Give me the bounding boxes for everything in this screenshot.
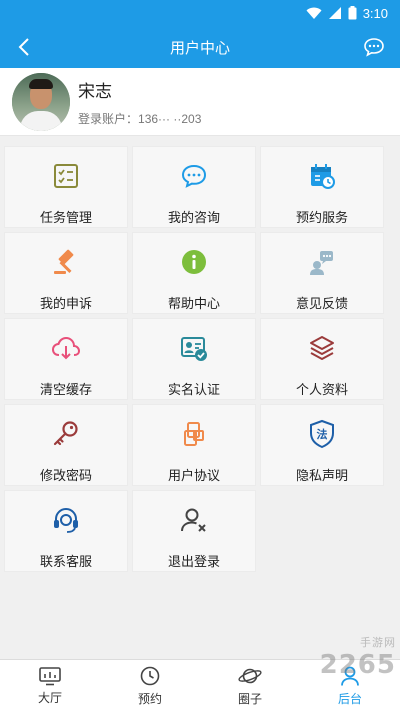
menu-label: 修改密码 [39, 468, 92, 483]
agreement-icon [184, 422, 204, 446]
menu-label: 退出登录 [167, 554, 220, 569]
user-name: 宋志 [78, 81, 112, 101]
app-bar: 用户中心 [0, 26, 400, 68]
menu-item-user-agreement[interactable]: 用户协议 [132, 404, 256, 486]
menu-label: 隐私声明 [295, 468, 348, 483]
status-time: 3:10 [362, 5, 388, 21]
calendar-clock-icon [311, 164, 335, 189]
menu-grid: 任务管理 我的咨询 预约服务 我的申诉 帮助中心 意见反馈 清空缓存 实名认证 … [4, 146, 384, 572]
menu-item-task-management[interactable]: 任务管理 [4, 146, 128, 228]
chat-bubble-icon [364, 38, 384, 57]
user-remove-icon [181, 508, 206, 532]
account-label: 登录账户： [78, 111, 139, 126]
menu-label: 清空缓存 [39, 382, 92, 397]
menu-item-personal-profile[interactable]: 个人资料 [260, 318, 384, 400]
tab-label: 大厅 [37, 690, 62, 705]
tab-label: 圈子 [237, 691, 262, 706]
back-button[interactable] [10, 33, 38, 61]
gavel-icon [54, 249, 74, 274]
key-icon [53, 421, 78, 446]
chevron-left-icon [18, 38, 29, 56]
consult-chat-icon [181, 164, 207, 188]
page-title: 用户中心 [169, 39, 230, 57]
menu-label: 个人资料 [295, 382, 348, 397]
menu-label: 预约服务 [295, 210, 348, 225]
message-button[interactable] [360, 33, 388, 61]
menu-label: 联系客服 [39, 554, 92, 569]
id-card-verified-icon [181, 337, 207, 361]
clock-icon [140, 666, 160, 685]
info-circle-icon [182, 250, 206, 274]
avatar[interactable] [12, 72, 70, 131]
signal-icon [328, 6, 341, 19]
svg-text:法: 法 [317, 427, 328, 441]
account-value: 136··· ··203 [138, 111, 202, 126]
menu-item-real-name-auth[interactable]: 实名认证 [132, 318, 256, 400]
tab-circle[interactable]: 圈子 [200, 660, 300, 711]
menu-label: 用户协议 [167, 468, 220, 483]
menu-item-privacy-statement[interactable]: 法 隐私声明 [260, 404, 384, 486]
tab-hall[interactable]: 大厅 [0, 660, 100, 711]
tab-label: 后台 [337, 691, 362, 706]
task-list-icon [54, 164, 78, 188]
menu-item-change-password[interactable]: 修改密码 [4, 404, 128, 486]
planet-icon [238, 668, 262, 683]
menu-item-feedback[interactable]: 意见反馈 [260, 232, 384, 314]
menu-label: 意见反馈 [295, 296, 348, 311]
menu-label: 我的申诉 [39, 296, 92, 311]
profile-card[interactable]: 宋志 登录账户：136··· ··203 [0, 68, 400, 136]
menu-item-logout[interactable]: 退出登录 [132, 490, 256, 572]
layers-icon [310, 336, 334, 360]
menu-item-appointment-service[interactable]: 预约服务 [260, 146, 384, 228]
menu-label: 任务管理 [39, 210, 92, 225]
status-bar: 3:10 [0, 0, 400, 26]
menu-item-contact-support[interactable]: 联系客服 [4, 490, 128, 572]
menu-item-help-center[interactable]: 帮助中心 [132, 232, 256, 314]
law-shield-icon: 法 [310, 419, 334, 449]
tab-label: 预约 [137, 691, 162, 706]
wifi-icon [306, 7, 322, 19]
menu-label: 帮助中心 [167, 296, 220, 311]
battery-icon [348, 6, 357, 20]
watermark-sub: 手游网 [360, 636, 396, 649]
tab-appointment[interactable]: 预约 [100, 660, 200, 711]
account-line: 登录账户：136··· ··203 [78, 110, 201, 127]
menu-item-my-consultation[interactable]: 我的咨询 [132, 146, 256, 228]
watermark: 手游网 2265 [320, 636, 396, 680]
hall-icon [39, 666, 61, 685]
menu-item-clear-cache[interactable]: 清空缓存 [4, 318, 128, 400]
menu-label: 实名认证 [167, 382, 220, 397]
headset-icon [54, 507, 78, 533]
cloud-download-icon [51, 336, 81, 360]
menu-label: 我的咨询 [167, 210, 220, 225]
menu-item-my-appeal[interactable]: 我的申诉 [4, 232, 128, 314]
watermark-text: 2265 [319, 650, 396, 680]
feedback-icon [310, 251, 333, 275]
